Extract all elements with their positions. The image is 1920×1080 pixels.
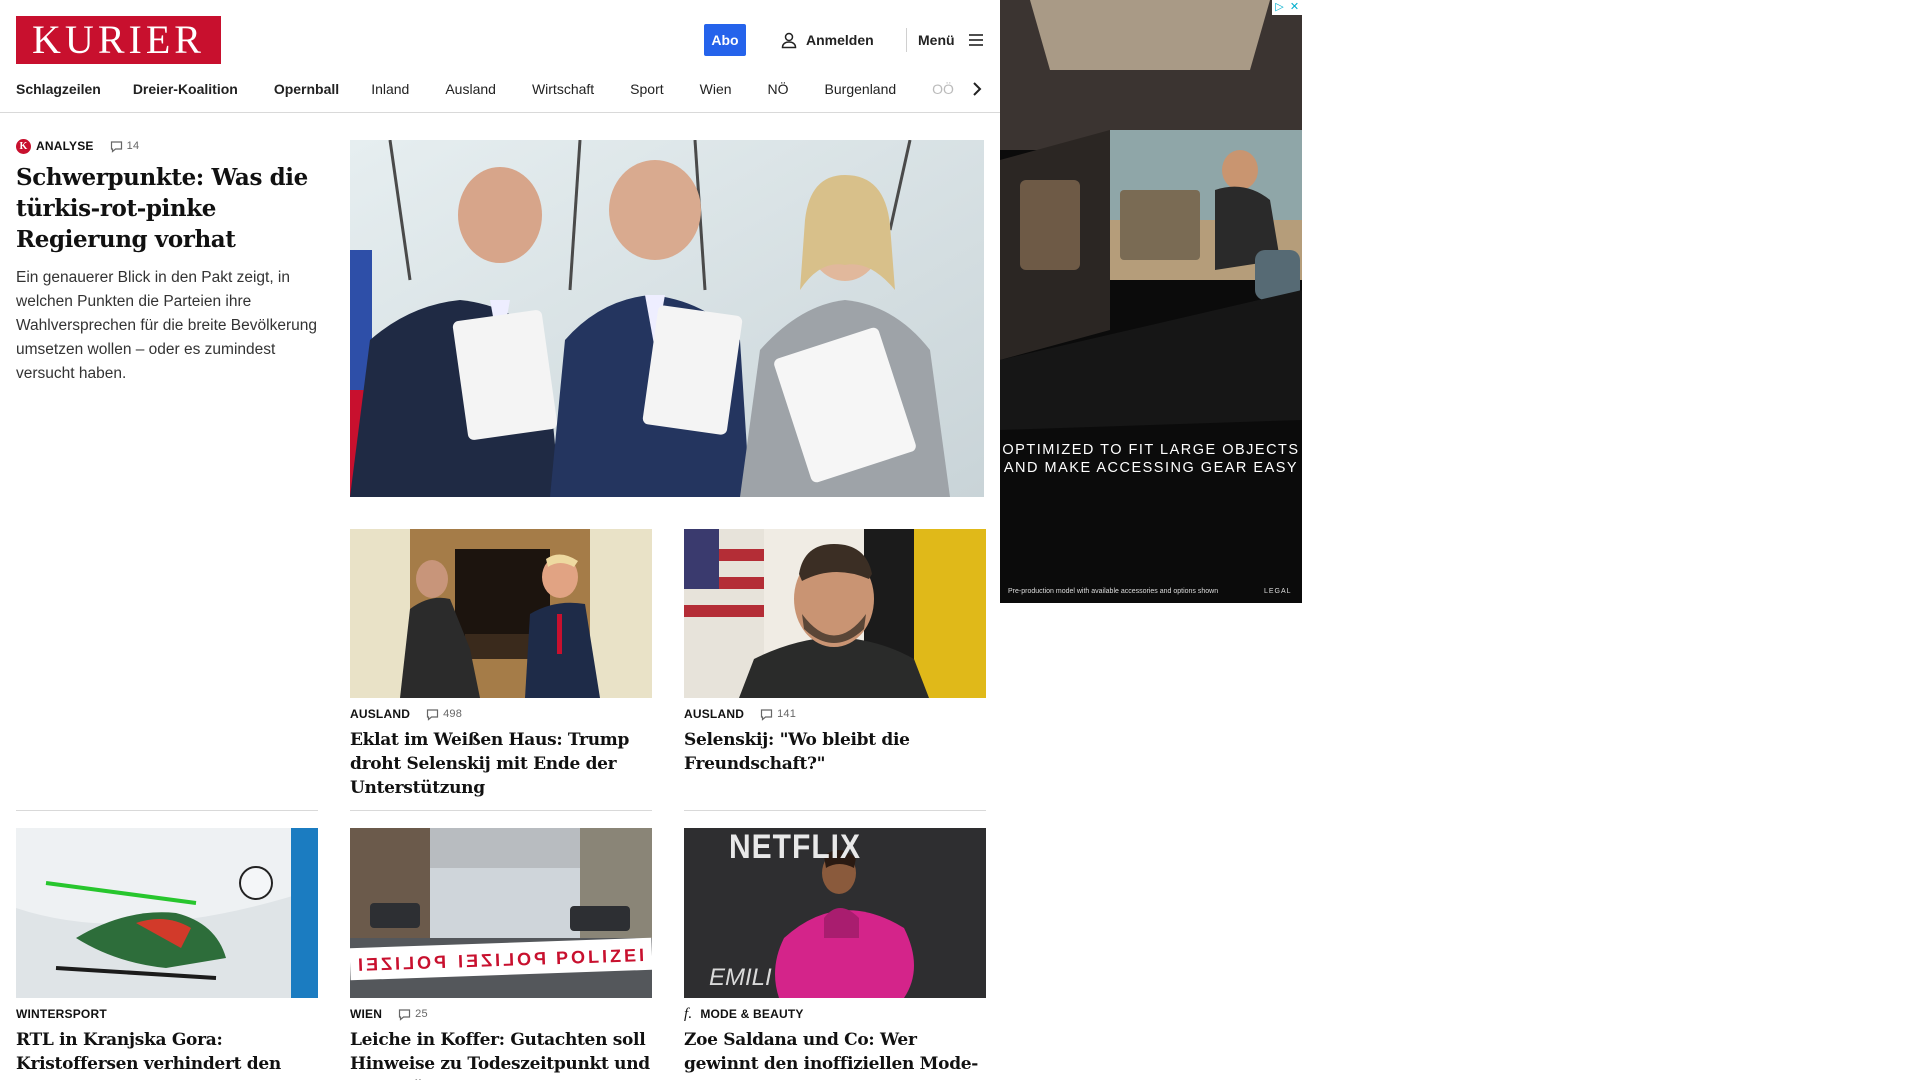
comment-count[interactable]: 14 [110, 140, 140, 153]
coalition-signing-photo [350, 140, 984, 497]
article-meta: AUSLAND 141 [684, 706, 986, 722]
article-title[interactable]: Zoe Saldana und Co: Wer gewinnt den inof… [684, 1028, 986, 1080]
lead-article-image[interactable] [350, 140, 984, 497]
article-card[interactable]: AUSLAND 498 Eklat im Weißen Haus: Trump … [350, 706, 652, 800]
close-icon[interactable]: ✕ [1287, 0, 1302, 15]
adchoices-icon[interactable]: ▷ [1272, 0, 1287, 15]
article-card[interactable]: f. MODE & BEAUTY Zoe Saldana und Co: Wer… [684, 1006, 986, 1080]
ad-car-interior-image [1000, 0, 1302, 603]
article-meta: WIEN 25 [350, 1006, 652, 1022]
article-meta: f. MODE & BEAUTY [684, 1006, 986, 1022]
comment-count[interactable]: 498 [426, 708, 462, 721]
nav-item-wirtschaft[interactable]: Wirtschaft [532, 81, 594, 97]
article-meta: WINTERSPORT [16, 1006, 318, 1022]
nav-item-sport[interactable]: Sport [630, 81, 663, 97]
article-image-fashion[interactable]: NETFLIX EMILI [684, 828, 986, 998]
ski-racer-photo [16, 828, 318, 998]
nav-item-schlagzeilen[interactable]: Schlagzeilen [16, 81, 101, 97]
nav-scroll-right-button[interactable] [958, 76, 1000, 102]
ad-fine-print: Pre-production model with available acce… [1008, 588, 1219, 595]
netflix-wall-text: NETFLIX [729, 828, 861, 866]
article-title[interactable]: Eklat im Weißen Haus: Trump droht Selens… [350, 728, 652, 800]
article-image-trump-selenskij[interactable] [350, 529, 652, 698]
mode-beauty-badge: f. [684, 1005, 693, 1022]
nav-item-wien[interactable]: Wien [700, 81, 732, 97]
article-category: AUSLAND [684, 707, 745, 721]
article-image-police[interactable]: POLIZEI POLIZEI POLIZEI [350, 828, 652, 998]
article-title[interactable]: RTL in Kranjska Gora: Kristoffersen verh… [16, 1028, 318, 1080]
comment-icon [110, 140, 122, 153]
comment-icon [399, 1008, 411, 1021]
comment-icon [426, 708, 439, 721]
article-meta: K ANALYSE 14 [16, 138, 318, 154]
user-icon [781, 32, 797, 49]
lead-article[interactable]: K ANALYSE 14 Schwerpunkte: Was die türki… [16, 138, 318, 386]
article-meta: AUSLAND 498 [350, 706, 652, 722]
divider [684, 810, 986, 811]
article-category: ANALYSE [36, 139, 94, 153]
article-image-ski[interactable] [16, 828, 318, 998]
abo-button[interactable]: Abo [704, 24, 746, 56]
article-category: WIEN [350, 1007, 383, 1021]
article-card[interactable]: WIEN 25 Leiche in Koffer: Gutachten soll… [350, 1006, 652, 1080]
login-button[interactable]: Anmelden [780, 24, 874, 56]
hamburger-icon [968, 34, 983, 46]
emilia-wall-text: EMILI [709, 964, 772, 991]
article-category: AUSLAND [350, 707, 411, 721]
nav-item-opernball[interactable]: Opernball [274, 81, 339, 97]
article-teaser: Ein genauerer Blick in den Pakt zeigt, i… [16, 269, 317, 382]
nav-item-dreier-koalition[interactable]: Dreier-Koalition [133, 81, 238, 97]
nav-item-ausland[interactable]: Ausland [445, 81, 496, 97]
menu-label: Menü [918, 32, 955, 48]
article-card[interactable]: AUSLAND 141 Selenskij: "Wo bleibt die Fr… [684, 706, 986, 776]
site-header: KURIER Abo Anmelden Menü Schlagzeilen Dr… [0, 0, 1000, 113]
article-category: WINTERSPORT [16, 1007, 107, 1021]
article-title[interactable]: Leiche in Koffer: Gutachten soll Hinweis… [350, 1028, 652, 1080]
login-label: Anmelden [806, 32, 874, 48]
advertisement[interactable]: ▷ ✕ OPTIMIZED TO FIT LARGE OBJECTS AND M… [1000, 0, 1302, 603]
article-title[interactable]: Schwerpunkte: Was die türkis-rot-pinke R… [16, 162, 318, 255]
divider [16, 810, 318, 811]
section-nav: Schlagzeilen Dreier-Koalition Opernball … [16, 78, 976, 100]
divider [350, 810, 652, 811]
header-divider [906, 28, 907, 52]
comment-count[interactable]: 141 [760, 708, 796, 721]
nav-item-noe[interactable]: NÖ [768, 81, 789, 97]
oval-office-photo [350, 529, 652, 698]
kurier-plus-badge: K [16, 138, 31, 154]
nav-item-inland[interactable]: Inland [371, 81, 409, 97]
chevron-right-icon [973, 82, 982, 96]
selenskij-portrait-photo [684, 529, 986, 698]
kurier-page: KURIER Abo Anmelden Menü Schlagzeilen Dr… [0, 0, 1000, 1080]
article-category: MODE & BEAUTY [700, 1007, 804, 1021]
ad-choices[interactable]: ▷ ✕ [1272, 0, 1302, 15]
article-card[interactable]: WINTERSPORT RTL in Kranjska Gora: Kristo… [16, 1006, 318, 1080]
kurier-logo[interactable]: KURIER [16, 16, 221, 64]
comment-count[interactable]: 25 [398, 1008, 428, 1021]
nav-item-ooe[interactable]: OÖ [932, 81, 954, 97]
nav-item-burgenland[interactable]: Burgenland [825, 81, 897, 97]
comment-icon [760, 708, 773, 721]
ad-headline: OPTIMIZED TO FIT LARGE OBJECTS AND MAKE … [1002, 442, 1300, 476]
menu-button[interactable]: Menü [918, 24, 985, 56]
ad-legal-link[interactable]: LEGAL [1264, 588, 1292, 595]
article-image-selenskij[interactable] [684, 529, 986, 698]
article-title[interactable]: Selenskij: "Wo bleibt die Freundschaft?" [684, 728, 986, 776]
